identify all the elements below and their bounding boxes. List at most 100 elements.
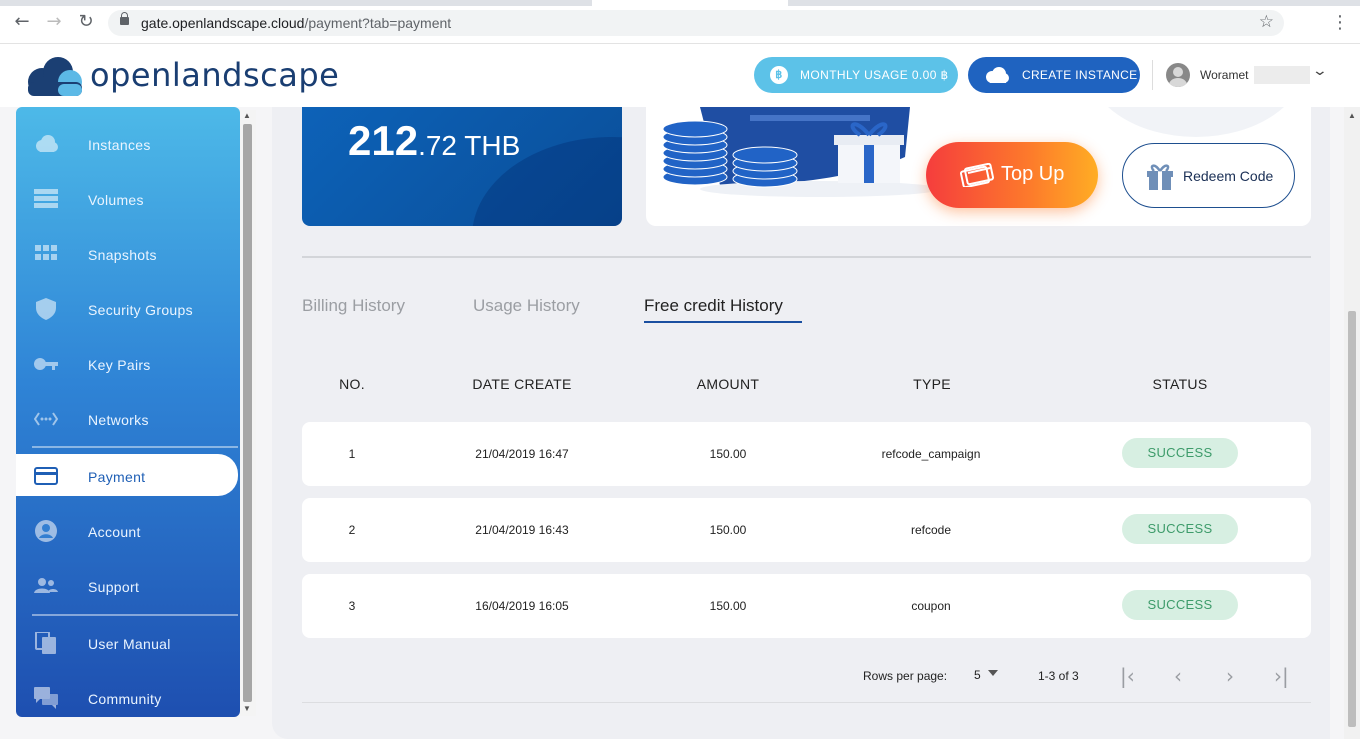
header-divider bbox=[1152, 60, 1153, 90]
column-header-no: NO. bbox=[339, 376, 365, 392]
tab-billing-history[interactable]: Billing History bbox=[302, 296, 405, 316]
shield-icon bbox=[36, 298, 56, 320]
monthly-usage-label: MONTHLY USAGE 0.00 ฿ bbox=[800, 68, 949, 82]
caret-down-icon[interactable] bbox=[988, 670, 998, 676]
table-footer-divider bbox=[302, 702, 1311, 703]
openlandscape-logo-icon[interactable] bbox=[24, 56, 84, 96]
create-instance-button[interactable]: CREATE INSTANCE bbox=[968, 57, 1140, 93]
sidebar-item-key-pairs[interactable]: Key Pairs bbox=[16, 342, 240, 386]
scroll-up-icon[interactable]: ▲ bbox=[1348, 111, 1356, 120]
status-badge: SUCCESS bbox=[1122, 514, 1238, 544]
username[interactable]: Woramet bbox=[1200, 68, 1248, 82]
sidebar-item-payment[interactable]: Payment bbox=[16, 454, 238, 496]
status-badge: SUCCESS bbox=[1122, 438, 1238, 468]
scroll-down-icon[interactable]: ▼ bbox=[243, 704, 251, 713]
top-up-label: Top Up bbox=[1001, 163, 1065, 185]
top-up-button[interactable]: Top Up bbox=[926, 142, 1098, 208]
account-icon bbox=[35, 520, 57, 542]
sidebar-item-label: Support bbox=[88, 579, 140, 595]
column-header-amount: AMOUNT bbox=[696, 376, 760, 392]
reload-icon[interactable]: ↻ bbox=[76, 12, 96, 32]
cell-no: 2 bbox=[348, 523, 356, 537]
cell-date: 16/04/2019 16:05 bbox=[475, 599, 569, 613]
chevron-down-icon[interactable]: ⌄ bbox=[1312, 63, 1328, 79]
sidebar-item-security-groups[interactable]: Security Groups bbox=[16, 287, 240, 331]
grid-icon bbox=[35, 245, 57, 260]
active-tab-indicator bbox=[644, 321, 802, 323]
page-scroll-thumb[interactable] bbox=[1348, 311, 1356, 727]
sidebar-item-networks[interactable]: Networks bbox=[16, 397, 240, 441]
table-row[interactable]: 2 21/04/2019 16:43 150.00 refcode SUCCES… bbox=[302, 498, 1311, 562]
sidebar-scroll-thumb[interactable] bbox=[243, 124, 252, 702]
sidebar-item-label: Security Groups bbox=[88, 302, 193, 318]
sidebar-item-snapshots[interactable]: Snapshots bbox=[16, 232, 240, 276]
sidebar: Instances Volumes Snapshots Security Gro… bbox=[16, 107, 240, 717]
sidebar-item-label: Networks bbox=[88, 412, 149, 428]
column-header-type: TYPE bbox=[913, 376, 951, 392]
sidebar-item-support[interactable]: Support bbox=[16, 564, 240, 608]
column-header-date-create: DATE CREATE bbox=[472, 376, 572, 392]
lock-icon bbox=[120, 12, 129, 25]
tab-free-credit-history[interactable]: Free credit History bbox=[644, 296, 783, 316]
previous-page-icon[interactable]: ‹ bbox=[1174, 664, 1182, 688]
promo-arc bbox=[1086, 107, 1306, 137]
back-icon[interactable]: ← bbox=[12, 12, 32, 32]
balance-integer: 212 bbox=[348, 117, 419, 164]
page-scrollbar[interactable]: ▲ bbox=[1344, 107, 1360, 739]
document-icon bbox=[35, 632, 56, 654]
url-text[interactable]: gate.openlandscape.cloud/payment?tab=pay… bbox=[141, 15, 451, 31]
sidebar-item-community[interactable]: Community bbox=[16, 676, 240, 717]
tab-strip bbox=[0, 0, 1360, 6]
sidebar-item-account[interactable]: Account bbox=[16, 509, 240, 553]
column-header-status: STATUS bbox=[1152, 376, 1208, 392]
active-browser-tab[interactable] bbox=[592, 0, 788, 6]
credit-card-icon bbox=[34, 467, 58, 485]
sidebar-item-label: Payment bbox=[88, 469, 146, 485]
address-bar[interactable]: gate.openlandscape.cloud/payment?tab=pay… bbox=[108, 10, 1284, 36]
brand-name[interactable]: openlandscape bbox=[90, 56, 339, 94]
sidebar-item-label: Key Pairs bbox=[88, 357, 151, 373]
volumes-icon bbox=[34, 189, 58, 208]
avatar[interactable] bbox=[1166, 63, 1190, 87]
sidebar-item-instances[interactable]: Instances bbox=[16, 122, 240, 166]
sidebar-item-label: User Manual bbox=[88, 636, 171, 652]
tab-usage-history[interactable]: Usage History bbox=[473, 296, 580, 316]
next-page-icon[interactable]: › bbox=[1226, 664, 1234, 688]
cell-type: refcode bbox=[910, 523, 952, 537]
balance-amount: 212.72 THB bbox=[348, 117, 520, 165]
redeem-code-button[interactable]: Redeem Code bbox=[1122, 143, 1295, 208]
baht-coin-icon: ฿ bbox=[770, 66, 788, 84]
chat-icon bbox=[34, 687, 58, 709]
cell-date: 21/04/2019 16:47 bbox=[475, 447, 569, 461]
rows-per-page-select[interactable]: 5 bbox=[974, 668, 981, 682]
monthly-usage-button[interactable]: ฿ MONTHLY USAGE 0.00 ฿ bbox=[754, 57, 958, 93]
first-page-icon[interactable]: |‹ bbox=[1120, 664, 1135, 688]
key-icon bbox=[34, 358, 58, 370]
bookmark-star-icon[interactable]: ☆ bbox=[1259, 12, 1274, 32]
sidebar-item-user-manual[interactable]: User Manual bbox=[16, 621, 240, 665]
sidebar-item-volumes[interactable]: Volumes bbox=[16, 177, 240, 221]
browser-toolbar: ← → ↻ gate.openlandscape.cloud/payment?t… bbox=[0, 0, 1360, 44]
username-redacted bbox=[1254, 66, 1310, 84]
app-header: openlandscape ฿ MONTHLY USAGE 0.00 ฿ CRE… bbox=[0, 44, 1360, 107]
scroll-up-icon[interactable]: ▲ bbox=[243, 111, 251, 120]
browser-menu-icon[interactable]: ⋮ bbox=[1331, 12, 1349, 33]
sidebar-divider bbox=[32, 614, 238, 616]
cell-amount: 150.00 bbox=[709, 523, 747, 537]
url-path: /payment?tab=payment bbox=[304, 15, 452, 31]
network-icon bbox=[34, 412, 58, 426]
table-row[interactable]: 1 21/04/2019 16:47 150.00 refcode_campai… bbox=[302, 422, 1311, 486]
sidebar-scrollbar[interactable]: ▲ ▼ bbox=[240, 110, 256, 716]
balance-decimal: .72 THB bbox=[418, 130, 521, 161]
cloud-icon bbox=[986, 67, 1009, 83]
last-page-icon[interactable]: ›| bbox=[1274, 664, 1289, 688]
pagination-range: 1-3 of 3 bbox=[1038, 669, 1079, 683]
support-icon bbox=[34, 578, 58, 593]
balance-card: 212.72 THB bbox=[302, 107, 622, 226]
url-host: gate.openlandscape.cloud bbox=[141, 15, 305, 31]
section-divider bbox=[302, 256, 1311, 258]
cell-date: 21/04/2019 16:43 bbox=[475, 523, 569, 537]
forward-icon[interactable]: → bbox=[44, 12, 64, 32]
gift-icon bbox=[1147, 164, 1173, 190]
table-row[interactable]: 3 16/04/2019 16:05 150.00 coupon SUCCESS bbox=[302, 574, 1311, 638]
